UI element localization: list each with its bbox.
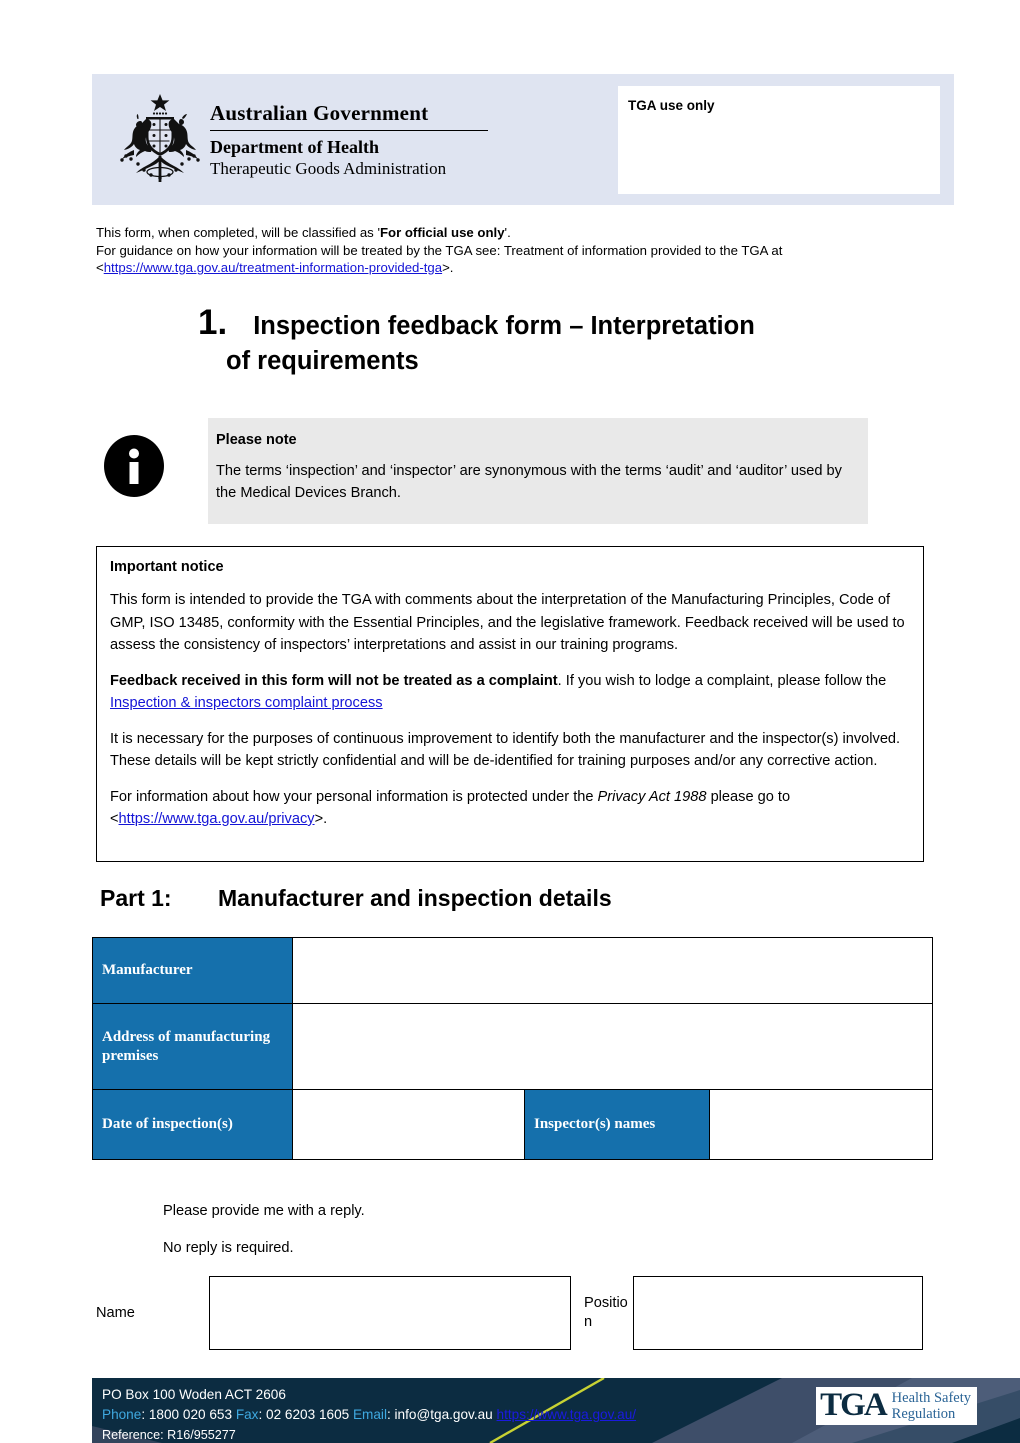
- classification-line1-prefix: This form, when completed, will be class…: [96, 225, 380, 240]
- table-row: Manufacturer: [92, 937, 934, 1004]
- reply-option-no-reply[interactable]: No reply is required.: [163, 1240, 294, 1256]
- reply-option-provide-reply[interactable]: Please provide me with a reply.: [163, 1203, 365, 1219]
- privacy-act-title: Privacy Act 1988: [597, 788, 707, 805]
- phone-value: : 1800 020 653: [141, 1407, 236, 1422]
- footer-reference: Reference: R16/955277: [102, 1428, 236, 1442]
- tga-logo-mark: TGA: [820, 1387, 888, 1423]
- address-key-cell: Address of manufacturing premises: [92, 1003, 293, 1090]
- manufacturer-key-cell: Manufacturer: [92, 937, 293, 1004]
- phone-label: Phone: [102, 1407, 142, 1422]
- complaint-bold-text: Feedback received in this form will not …: [110, 672, 558, 689]
- important-notice-paragraph-3: It is necessary for the purposes of cont…: [110, 730, 901, 770]
- inspector-names-key-cell: Inspector(s) names: [524, 1089, 710, 1160]
- fax-label: Fax: [235, 1407, 259, 1422]
- classification-line1-suffix: '.: [504, 225, 511, 240]
- name-input[interactable]: [209, 1276, 571, 1350]
- complaint-mid-text: . If you wish to lodge a complaint, plea…: [557, 672, 887, 689]
- part-1-title: Manufacturer and inspection details: [218, 885, 612, 911]
- classification-line-2: For guidance on how your information wil…: [96, 242, 783, 258]
- fax-value: : 02 6203 1605: [258, 1407, 353, 1422]
- important-notice-heading: Important notice: [110, 559, 224, 575]
- gov-line-tga: Therapeutic Goods Administration: [210, 159, 447, 179]
- privacy-suffix: >.: [314, 811, 328, 827]
- classification-line1-bold: For official use only: [379, 225, 505, 240]
- privacy-prefix: For information about how your personal …: [110, 788, 598, 805]
- tga-website-link[interactable]: https://www.tga.gov.au/: [497, 1407, 637, 1422]
- tga-use-only-label: TGA use only: [628, 98, 715, 113]
- part-1-heading: Part 1: Manufacturer and inspection detai…: [100, 885, 920, 912]
- classification-note: This form, when completed, will be class…: [96, 224, 926, 277]
- address-value-field[interactable]: [291, 1003, 934, 1090]
- page-header-band: Australian Government Department of Heal…: [92, 74, 954, 205]
- page-footer: PO Box 100 Woden ACT 2606 Phone: 1800 02…: [92, 1378, 1020, 1443]
- position-input[interactable]: [633, 1276, 923, 1350]
- complaint-process-link[interactable]: Inspection & inspectors complaint proces…: [110, 695, 383, 711]
- angle-close: >.: [442, 260, 454, 275]
- page-title-number: 1.: [198, 303, 228, 342]
- name-label: Name: [96, 1305, 135, 1321]
- table-row: Address of manufacturing premises: [92, 1003, 934, 1090]
- classification-line-1: This form, when completed, will be class…: [96, 224, 926, 242]
- important-notice-paragraph-2: Feedback received in this form will not …: [110, 670, 909, 715]
- privacy-link[interactable]: https://www.tga.gov.au/privacy: [119, 811, 315, 827]
- footer-contact-line: Phone: 1800 020 653 Fax: 02 6203 1605 Em…: [102, 1405, 636, 1425]
- wordmark-divider: [210, 129, 488, 131]
- please-note-callout: Please note The terms ‘inspection’ and ‘…: [100, 418, 868, 524]
- position-label-line-1: Positio: [584, 1295, 628, 1311]
- please-note-box: Please note The terms ‘inspection’ and ‘…: [208, 418, 868, 524]
- tga-logo-tagline-line-1: Health Safety: [891, 1389, 971, 1406]
- gov-line-department-of-health: Department of Health: [210, 136, 379, 157]
- government-wordmark: Australian Government Department of Heal…: [210, 101, 630, 180]
- important-notice-box: Important notice This form is intended t…: [96, 546, 924, 862]
- important-notice-paragraph-1: This form is intended to provide the TGA…: [110, 592, 905, 653]
- page-title-line-2: of requirements: [226, 347, 419, 375]
- gov-line-australian-government: Australian Government: [210, 101, 429, 125]
- tga-logo-tagline-line-2: Regulation: [891, 1405, 956, 1422]
- position-label-line-2: n: [584, 1314, 593, 1330]
- tga-logo-tagline: Health Safety Regulation: [892, 1390, 971, 1422]
- page-title-line-1: Inspection feedback form – Interpretatio…: [253, 312, 755, 340]
- signature-row: Name Positio n: [96, 1273, 956, 1353]
- australian-coat-of-arms-icon: [110, 88, 210, 192]
- manufacturer-inspection-table: Manufacturer Address of manufacturing pr…: [92, 937, 934, 1160]
- date-of-inspection-key-cell: Date of inspection(s): [92, 1089, 293, 1160]
- treatment-of-information-link[interactable]: https://www.tga.gov.au/treatment-informa…: [104, 260, 442, 275]
- inspector-names-value-field[interactable]: [708, 1089, 934, 1160]
- position-label: Positio n: [571, 1294, 633, 1332]
- footer-contact: PO Box 100 Woden ACT 2606 Phone: 1800 02…: [102, 1385, 636, 1443]
- page-title: 1. Inspection feedback form – Interpreta…: [198, 305, 918, 376]
- manufacturer-value-field[interactable]: [291, 937, 934, 1004]
- email-value: : info@tga.gov.au: [386, 1407, 497, 1422]
- email-label: Email: [352, 1407, 387, 1422]
- tga-logo: TGA Health Safety Regulation: [816, 1387, 977, 1425]
- footer-address: PO Box 100 Woden ACT 2606: [102, 1387, 286, 1402]
- part-1-label: Part 1:: [100, 885, 172, 911]
- classification-line-3: <https://www.tga.gov.au/treatment-inform…: [96, 259, 926, 277]
- please-note-heading: Please note: [216, 432, 297, 448]
- tga-use-only-box[interactable]: TGA use only: [618, 86, 940, 194]
- table-row: Date of inspection(s) Inspector(s) names: [92, 1089, 934, 1160]
- info-icon: [103, 435, 165, 497]
- please-note-body: The terms ‘inspection’ and ‘inspector’ a…: [216, 463, 842, 501]
- angle-open: <: [96, 260, 104, 275]
- date-of-inspection-value-field[interactable]: [292, 1089, 525, 1160]
- important-notice-paragraph-4: For information about how your personal …: [110, 786, 909, 831]
